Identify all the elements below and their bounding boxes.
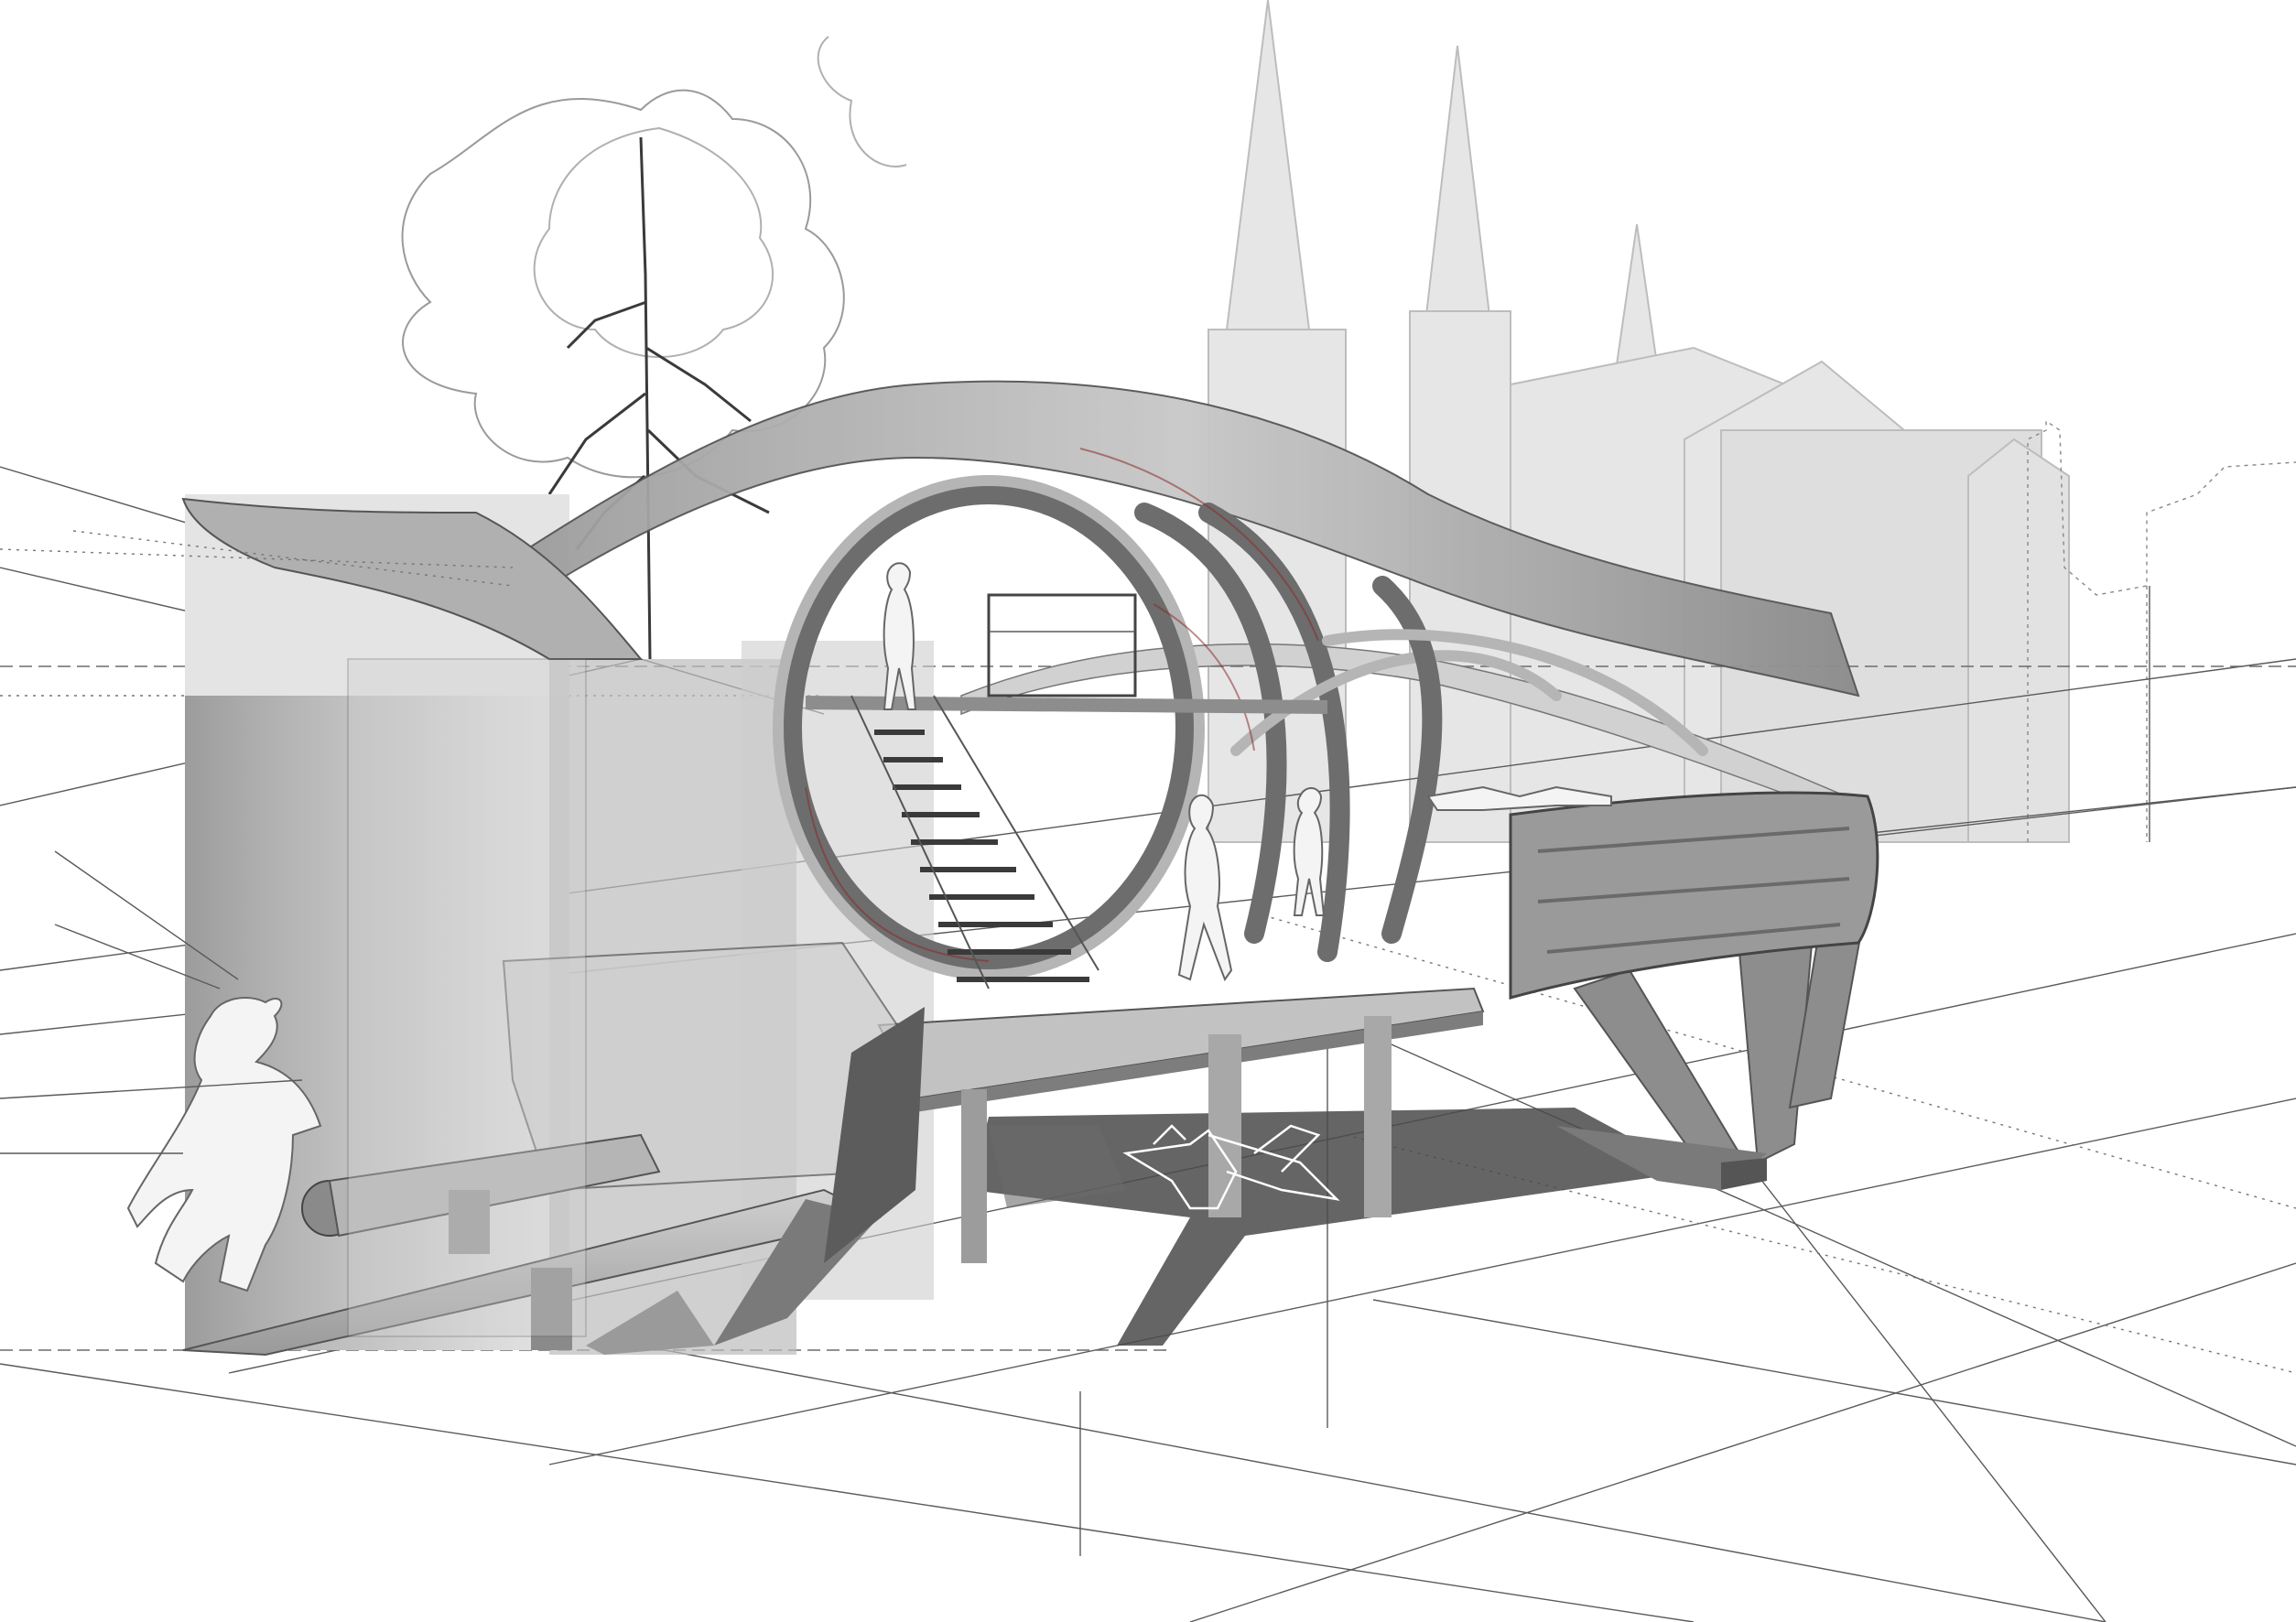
tree-trunk xyxy=(547,136,770,660)
architectural-section-illustration xyxy=(0,0,2296,1622)
glass-panel xyxy=(347,658,587,1337)
